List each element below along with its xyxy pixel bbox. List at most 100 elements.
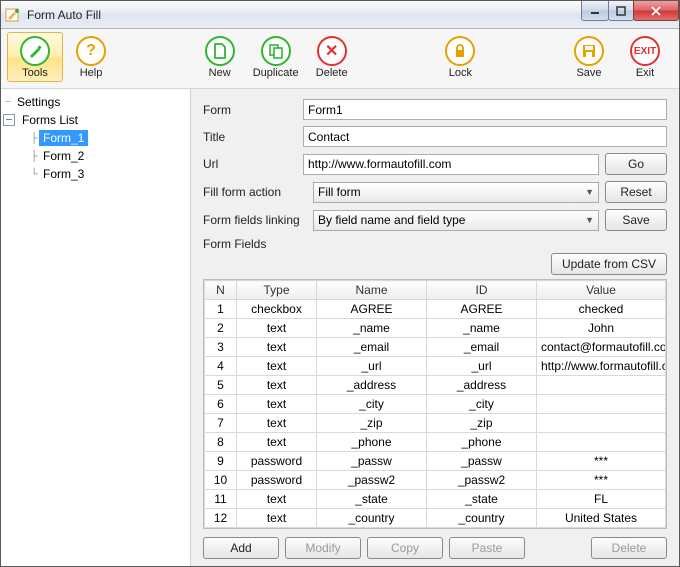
maximize-button[interactable] <box>608 1 634 21</box>
grid-header-row: N Type Name ID Value <box>205 281 666 300</box>
cell-name: _name <box>317 319 427 338</box>
cell-n: 3 <box>205 338 237 357</box>
cell-type: text <box>237 319 317 338</box>
url-input[interactable] <box>303 154 599 175</box>
url-label: Url <box>203 157 303 171</box>
delete-button[interactable]: ✕ Delete <box>304 32 360 82</box>
cell-n: 4 <box>205 357 237 376</box>
form-label: Form <box>203 103 303 117</box>
col-type[interactable]: Type <box>237 281 317 300</box>
tree-view[interactable]: ┈ Settings – Forms List ├ Form_1 ├ Form_… <box>1 89 191 566</box>
x-icon: ✕ <box>317 36 347 66</box>
table-row[interactable]: 12text_country_countryUnited States <box>205 509 666 528</box>
tree-form2[interactable]: ├ Form_2 <box>29 147 190 165</box>
cell-n: 1 <box>205 300 237 319</box>
cell-n: 5 <box>205 376 237 395</box>
minimize-button[interactable] <box>581 1 609 21</box>
cell-n: 7 <box>205 414 237 433</box>
cell-name: _country <box>317 509 427 528</box>
tree-form2-label: Form_2 <box>39 148 88 164</box>
tree-settings[interactable]: ┈ Settings <box>3 93 190 111</box>
col-value[interactable]: Value <box>537 281 666 300</box>
add-button[interactable]: Add <box>203 537 279 559</box>
cell-type: text <box>237 357 317 376</box>
lock-button[interactable]: Lock <box>432 32 488 82</box>
cell-value: *** <box>537 452 666 471</box>
cell-id: _country <box>427 509 537 528</box>
cell-id: _name <box>427 319 537 338</box>
copy-button[interactable]: Copy <box>367 537 443 559</box>
help-button[interactable]: ? Help <box>63 32 119 82</box>
collapse-icon[interactable]: – <box>3 114 15 126</box>
cell-value <box>537 376 666 395</box>
close-button[interactable] <box>633 1 679 21</box>
row-delete-button[interactable]: Delete <box>591 537 667 559</box>
tree-forms-list[interactable]: – Forms List <box>3 111 190 129</box>
table-row[interactable]: 10password_passw2_passw2*** <box>205 471 666 490</box>
exit-button[interactable]: EXIT Exit <box>617 32 673 82</box>
grid-actions: Add Modify Copy Paste Delete <box>203 537 667 559</box>
new-label: New <box>209 67 231 79</box>
paste-button[interactable]: Paste <box>449 537 525 559</box>
cell-name: _url <box>317 357 427 376</box>
tools-button[interactable]: Tools <box>7 32 63 82</box>
cell-value: http://www.formautofill.c <box>537 357 666 376</box>
table-row[interactable]: 11text_state_stateFL <box>205 490 666 509</box>
cell-name: _city <box>317 395 427 414</box>
body: ┈ Settings – Forms List ├ Form_1 ├ Form_… <box>1 89 679 566</box>
cell-name: _state <box>317 490 427 509</box>
cell-id: _phone <box>427 433 537 452</box>
tools-label: Tools <box>22 67 48 79</box>
question-icon: ? <box>76 36 106 66</box>
title-input[interactable] <box>303 126 667 147</box>
minimize-icon <box>590 6 600 16</box>
cell-value <box>537 395 666 414</box>
save-button[interactable]: Save <box>561 32 617 82</box>
table-row[interactable]: 3text_email_emailcontact@formautofill.co <box>205 338 666 357</box>
tree-form3[interactable]: └ Form_3 <box>29 165 190 183</box>
table-row[interactable]: 8text_phone_phone <box>205 433 666 452</box>
cell-value: FL <box>537 490 666 509</box>
fields-grid[interactable]: N Type Name ID Value 1checkboxAGREEAGREE… <box>203 279 667 529</box>
table-row[interactable]: 2text_name_nameJohn <box>205 319 666 338</box>
form-input[interactable] <box>303 99 667 120</box>
new-button[interactable]: New <box>192 32 248 82</box>
tree-dash-icon: ├ <box>29 151 39 162</box>
table-row[interactable]: 5text_address_address <box>205 376 666 395</box>
cell-id: _email <box>427 338 537 357</box>
cell-type: text <box>237 509 317 528</box>
linking-label: Form fields linking <box>203 213 313 227</box>
go-button[interactable]: Go <box>605 153 667 175</box>
table-row[interactable]: 4text_url_urlhttp://www.formautofill.c <box>205 357 666 376</box>
tree-form1[interactable]: ├ Form_1 <box>29 129 190 147</box>
panel-save-button[interactable]: Save <box>605 209 667 231</box>
cell-value: contact@formautofill.co <box>537 338 666 357</box>
table-row[interactable]: 6text_city_city <box>205 395 666 414</box>
table-row[interactable]: 7text_zip_zip <box>205 414 666 433</box>
modify-button[interactable]: Modify <box>285 537 361 559</box>
cell-type: text <box>237 338 317 357</box>
tree-dash-icon: ├ <box>29 133 39 144</box>
title-label: Title <box>203 130 303 144</box>
linking-combo[interactable]: By field name and field type ▼ <box>313 210 599 231</box>
cell-name: _zip <box>317 414 427 433</box>
col-id[interactable]: ID <box>427 281 537 300</box>
table-row[interactable]: 1checkboxAGREEAGREEchecked <box>205 300 666 319</box>
fill-action-combo[interactable]: Fill form ▼ <box>313 182 599 203</box>
col-name[interactable]: Name <box>317 281 427 300</box>
app-title: Form Auto Fill <box>27 8 582 22</box>
close-icon <box>650 6 662 16</box>
table-row[interactable]: 9password_passw_passw*** <box>205 452 666 471</box>
cell-value: United States <box>537 509 666 528</box>
chevron-down-icon: ▼ <box>585 187 594 197</box>
cell-name: AGREE <box>317 300 427 319</box>
duplicate-button[interactable]: Duplicate <box>248 32 304 82</box>
cell-type: text <box>237 433 317 452</box>
col-n[interactable]: N <box>205 281 237 300</box>
pencil-icon <box>20 36 50 66</box>
cell-name: _passw2 <box>317 471 427 490</box>
reset-button[interactable]: Reset <box>605 181 667 203</box>
form-panel: Form Title Url Go Fill form action Fill … <box>191 89 679 566</box>
update-csv-button[interactable]: Update from CSV <box>551 253 667 275</box>
cell-value <box>537 414 666 433</box>
